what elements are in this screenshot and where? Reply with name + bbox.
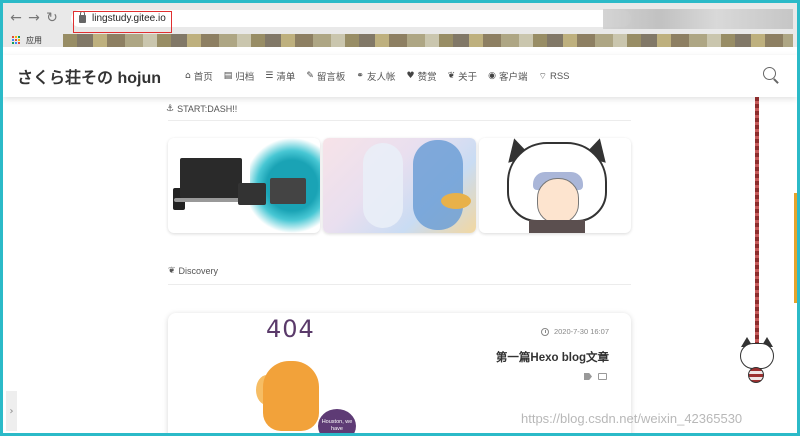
post-meta-icons — [584, 373, 607, 380]
scrollbar[interactable] — [794, 193, 797, 303]
nav-item-donate[interactable]: ♥ 赞赏 — [406, 69, 436, 83]
elephant-illustration — [263, 361, 319, 431]
nav-item-home[interactable]: ⌂ 首页 — [185, 69, 213, 83]
leaf-icon: ❦ — [168, 266, 176, 276]
nav-item-label: 清单 — [276, 72, 296, 83]
archive-icon: ▤ — [223, 71, 233, 81]
highlight-box — [73, 11, 172, 33]
startdash-heading: ⚓ START:DASH!! — [166, 104, 237, 114]
site-header: さくら荘その hojun ⌂ 首页 ▤ 归档 ☰ 清单 ✎ 留言板 ⚭ 友人帐 ♥ 赞赏 ❦… — [3, 55, 797, 97]
startdash-card-character[interactable] — [478, 138, 631, 233]
post-date-text: 2020-7-30 16:07 — [553, 327, 609, 336]
heart-icon: ♥ — [406, 71, 415, 81]
nav-item-label: 留言板 — [316, 72, 346, 83]
tag-icon[interactable] — [584, 373, 592, 380]
site-title[interactable]: さくら荘その hojun — [17, 64, 183, 88]
startdash-card-anime[interactable] — [323, 138, 476, 233]
post-image-404-text: 404 — [266, 315, 315, 343]
nav-item-label: 友人帐 — [366, 72, 396, 83]
home-icon: ⌂ — [185, 71, 191, 81]
post-date: 2020-7-30 16:07 — [540, 327, 609, 336]
browser-window: ← → ↻ lingstudy.gitee.io 应用 さくら荘その hojun… — [3, 3, 797, 433]
speech-bubble: Houston, we have — [318, 409, 356, 433]
rss-icon: ⌔ — [538, 71, 547, 82]
nav-item-label: 赞赏 — [417, 72, 437, 83]
section-divider — [168, 120, 631, 121]
folder-icon[interactable] — [598, 373, 607, 380]
apps-bookmark-label[interactable]: 应用 — [26, 35, 42, 46]
android-icon: ◉ — [488, 71, 496, 81]
discovery-heading: ❦ Discovery — [168, 266, 218, 276]
section-divider — [168, 284, 631, 285]
nav-item-label: 首页 — [193, 72, 213, 83]
anchor-icon: ⚓ — [166, 104, 175, 114]
apps-grid-icon[interactable] — [12, 35, 21, 45]
clock-icon — [540, 327, 549, 336]
hanging-cat-scroll-button[interactable] — [738, 337, 776, 385]
nav-item-label: RSS — [549, 70, 570, 82]
arrow-left-icon[interactable]: ← — [7, 9, 25, 27]
link-icon: ⚭ — [356, 71, 364, 81]
watermark: https://blog.csdn.net/weixin_42365530 — [521, 411, 743, 426]
arrow-right-icon[interactable]: → — [25, 9, 43, 27]
blurred-toolbar-area — [603, 9, 793, 29]
reload-icon[interactable]: ↻ — [43, 9, 61, 27]
nav-item-archive[interactable]: ▤ 归档 — [224, 69, 255, 83]
discovery-title: Discovery — [178, 266, 219, 276]
nav-item-rss[interactable]: ⌔ RSS — [539, 71, 570, 82]
hanging-rope — [755, 97, 759, 347]
nav-item-client[interactable]: ◉ 客户端 — [488, 69, 527, 83]
post-title[interactable]: 第一篇Hexo blog文章 — [496, 349, 609, 365]
startdash-cards — [168, 138, 631, 233]
leaf-icon: ❦ — [447, 71, 456, 81]
startdash-title: START:DASH!! — [177, 104, 238, 114]
blurred-bookmarks — [63, 34, 793, 47]
search-icon[interactable] — [763, 67, 779, 84]
nav-item-about[interactable]: ❦ 关于 — [448, 69, 478, 83]
nav-item-label: 关于 — [458, 72, 478, 83]
nav-item-label: 归档 — [235, 72, 255, 83]
nav-item-list[interactable]: ☰ 清单 — [265, 69, 295, 83]
nav-item-guestbook[interactable]: ✎ 留言板 — [306, 69, 345, 83]
browser-chrome: ← → ↻ lingstudy.gitee.io 应用 — [3, 3, 797, 47]
chevron-right-icon[interactable]: › — [6, 391, 17, 431]
nav-item-label: 客户端 — [499, 72, 528, 83]
nav-item-friends[interactable]: ⚭ 友人帐 — [356, 69, 395, 83]
edit-icon: ✎ — [306, 71, 314, 81]
startdash-card-devices[interactable] — [168, 138, 321, 233]
main-nav: ⌂ 首页 ▤ 归档 ☰ 清单 ✎ 留言板 ⚭ 友人帐 ♥ 赞赏 ❦ 关于 ◉ 客户端 ⌔ RSS — [185, 69, 581, 84]
list-icon: ☰ — [265, 71, 274, 81]
